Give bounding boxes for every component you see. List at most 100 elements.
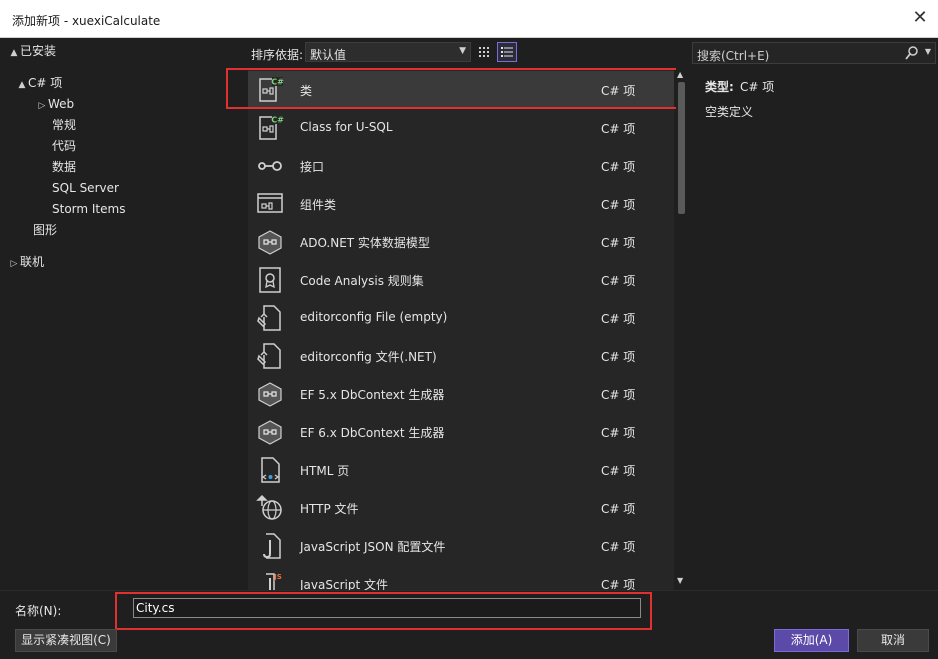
tree-item-code[interactable]: 代码 (52, 136, 76, 157)
item-type: C# 项 (601, 426, 636, 440)
search-input[interactable]: 搜索(Ctrl+E) (697, 47, 769, 64)
svg-text:C#: C# (271, 116, 284, 125)
svg-text:JS: JS (273, 573, 282, 581)
tree-item-sql-server[interactable]: SQL Server (52, 178, 119, 199)
name-field-highlight (115, 592, 652, 630)
scroll-up-icon[interactable]: ▲ (677, 70, 683, 79)
item-type: C# 项 (601, 122, 636, 136)
tree-item-graphics[interactable]: 图形 (33, 220, 57, 241)
search-box[interactable]: 搜索(Ctrl+E) ▼ (692, 42, 936, 64)
json-config-icon (263, 533, 281, 559)
item-type: C# 项 (601, 160, 636, 174)
item-name: ADO.NET 实体数据模型 (300, 236, 430, 250)
item-type: C# 项 (601, 578, 636, 590)
type-label: 类型: (705, 80, 734, 94)
list-item-html-page[interactable]: HTML 页 C# 项 (248, 451, 674, 489)
sort-value: 默认值 (310, 48, 347, 62)
chevron-down-icon[interactable]: ▼ (925, 47, 931, 56)
tree-item-web[interactable]: ▷ Web (36, 94, 75, 117)
item-name: JavaScript 文件 (300, 578, 388, 590)
item-name: Code Analysis 规则集 (300, 274, 424, 288)
chevron-down-icon: ▼ (459, 46, 466, 56)
grid-view-icon (479, 47, 489, 57)
item-type: C# 项 (601, 236, 636, 250)
sort-label: 排序依据: (251, 48, 304, 62)
add-button[interactable]: 添加(A) (774, 629, 849, 652)
item-name: EF 6.x DbContext 生成器 (300, 426, 445, 440)
grid-view-button[interactable] (474, 42, 494, 62)
usql-class-icon: C# (259, 115, 284, 140)
entity-model-icon (258, 230, 282, 255)
item-name: Class for U-SQL (300, 120, 393, 134)
selection-highlight (226, 68, 683, 109)
expand-icon[interactable]: ▷ (36, 96, 48, 117)
window-title: 添加新项 - xuexiCalculate (12, 14, 161, 28)
tree-item-installed[interactable]: ▲ 已安装 (8, 41, 56, 62)
list-item-ado-entity-model[interactable]: ADO.NET 实体数据模型 C# 项 (248, 223, 674, 261)
item-type: C# 项 (601, 388, 636, 402)
tree-item-general[interactable]: 常规 (52, 115, 76, 136)
item-name: editorconfig 文件(.NET) (300, 350, 437, 364)
list-view-button[interactable] (497, 42, 517, 62)
expand-icon[interactable]: ▷ (8, 254, 20, 275)
entity-model-icon (258, 382, 282, 407)
item-name: 接口 (300, 160, 325, 174)
html-page-icon (261, 457, 280, 483)
item-name: HTTP 文件 (300, 502, 359, 516)
javascript-file-icon: JS (266, 573, 282, 590)
item-type: C# 项 (601, 350, 636, 364)
interface-icon (258, 161, 282, 171)
collapse-icon[interactable]: ▲ (16, 75, 28, 96)
tree-item-online[interactable]: ▷ 联机 (8, 252, 44, 273)
details-pane: 搜索(Ctrl+E) ▼ 类型: C# 项 空类定义 (692, 38, 938, 590)
list-item-ef5-dbcontext[interactable]: EF 5.x DbContext 生成器 C# 项 (248, 375, 674, 413)
list-item-editorconfig-dotnet[interactable]: editorconfig 文件(.NET) C# 项 (248, 337, 674, 375)
scroll-down-icon[interactable]: ▼ (677, 576, 683, 585)
category-tree: ▲ 已安装 ▲ C# 项 ▷ Web 常规 代码 数据 SQL Server Stor… (0, 38, 248, 590)
list-item-js-json-config[interactable]: JavaScript JSON 配置文件 C# 项 (248, 527, 674, 565)
list-item-usql-class[interactable]: C# Class for U-SQL C# 项 (248, 109, 674, 147)
collapse-icon[interactable]: ▲ (8, 43, 20, 64)
name-label: 名称(N): (15, 604, 62, 618)
tree-item-storm-items[interactable]: Storm Items (52, 199, 125, 220)
item-type: C# 项 (601, 312, 636, 326)
close-icon[interactable]: ✕ (908, 6, 932, 30)
list-item-code-analysis-ruleset[interactable]: Code Analysis 规则集 C# 项 (248, 261, 674, 299)
cancel-button[interactable]: 取消 (857, 629, 929, 652)
list-item-editorconfig-empty[interactable]: editorconfig File (empty) C# 项 (248, 299, 674, 337)
list-scrollbar[interactable]: ▲ ▼ (676, 68, 688, 590)
bottom-bar: 名称(N): 显示紧凑视图(C) 添加(A) 取消 (0, 590, 938, 659)
list-item-javascript-file[interactable]: JS JavaScript 文件 C# 项 (248, 565, 674, 590)
item-type: C# 项 (601, 198, 636, 212)
type-value: C# 项 (740, 80, 775, 94)
scroll-thumb[interactable] (678, 82, 685, 214)
item-name: JavaScript JSON 配置文件 (300, 540, 446, 554)
editorconfig-icon (257, 343, 281, 369)
item-name: HTML 页 (300, 464, 350, 478)
list-item-http-file[interactable]: HTTP 文件 C# 项 (248, 489, 674, 527)
list-item-ef6-dbcontext[interactable]: EF 6.x DbContext 生成器 C# 项 (248, 413, 674, 451)
list-item-interface[interactable]: 接口 C# 项 (248, 147, 674, 185)
sort-toolbar: 排序依据: 默认值 ▼ (248, 38, 688, 68)
item-type: C# 项 (601, 502, 636, 516)
list-item-component-class[interactable]: 组件类 C# 项 (248, 185, 674, 223)
item-name: editorconfig File (empty) (300, 310, 448, 324)
search-icon[interactable] (905, 45, 919, 61)
ruleset-icon (259, 267, 281, 293)
compact-view-button[interactable]: 显示紧凑视图(C) (15, 629, 117, 652)
item-name: EF 5.x DbContext 生成器 (300, 388, 445, 402)
item-name: 组件类 (300, 198, 337, 212)
tree-item-csharp[interactable]: ▲ C# 项 (16, 73, 63, 96)
template-list: C# 类 C# 项 C# Class for U-SQL C# 项 接口 C# … (248, 68, 674, 590)
entity-model-icon (258, 420, 282, 445)
http-file-icon (256, 494, 282, 520)
title-bar: 添加新项 - xuexiCalculate ✕ (0, 0, 938, 38)
item-type: C# 项 (601, 274, 636, 288)
item-description: 空类定义 (705, 105, 754, 119)
sort-dropdown[interactable]: 默认值 ▼ (305, 42, 471, 62)
editorconfig-icon (257, 305, 281, 331)
tree-item-data[interactable]: 数据 (52, 157, 76, 178)
item-type: C# 项 (601, 464, 636, 478)
item-type: C# 项 (601, 540, 636, 554)
list-view-icon (501, 47, 513, 57)
